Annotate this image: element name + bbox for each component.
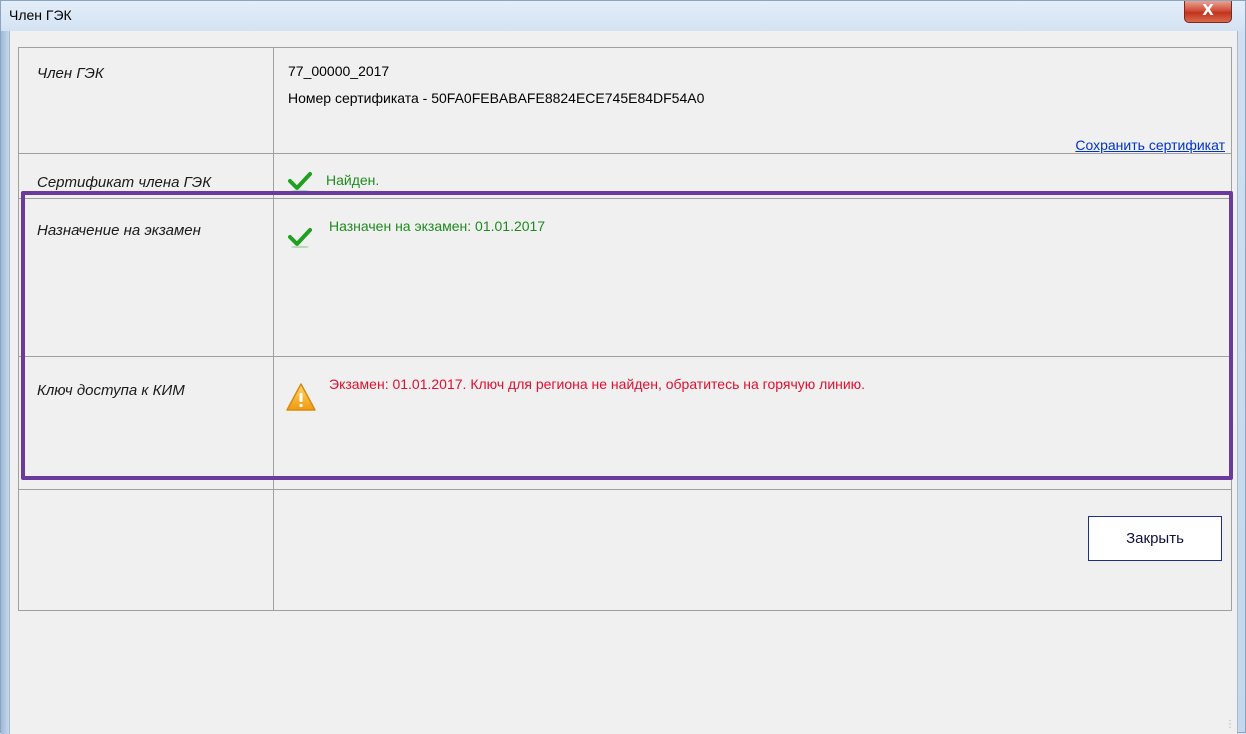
info-table: Член ГЭК 77_00000_2017 Номер сертификата… <box>18 47 1232 611</box>
member-label: Член ГЭК <box>37 65 104 82</box>
warning-icon <box>286 383 316 411</box>
checkmark-icon <box>288 172 312 192</box>
save-certificate-link[interactable]: Сохранить сертификат <box>1075 137 1225 153</box>
row-separator <box>19 198 1231 199</box>
certificate-number: Номер сертификата - 50FA0FEBABAFE8824ECE… <box>288 90 705 106</box>
dialog-window: Член ГЭК X Член ГЭК 77_00000_2017 Номер … <box>0 0 1246 734</box>
close-icon: X <box>1202 1 1214 19</box>
member-id: 77_00000_2017 <box>288 63 390 79</box>
title-bar[interactable]: Член ГЭК X <box>1 1 1245 31</box>
window-close-button[interactable]: X <box>1184 1 1232 23</box>
certificate-status: Найден. <box>326 172 380 188</box>
resize-grip[interactable]: ⋮ <box>1225 719 1235 730</box>
row-separator <box>19 356 1231 357</box>
assignment-status: Назначен на экзамен: 01.01.2017 <box>329 218 546 234</box>
kim-key-status: Экзамен: 01.01.2017. Ключ для региона не… <box>329 376 866 392</box>
certificate-label: Сертификат члена ГЭК <box>37 174 212 191</box>
dialog-client-area: Член ГЭК 77_00000_2017 Номер сертификата… <box>9 31 1238 734</box>
window-title: Член ГЭК <box>9 7 72 23</box>
checkmark-icon <box>288 228 312 248</box>
row-separator <box>19 153 1231 154</box>
kim-key-label: Ключ доступа к КИМ <box>37 382 185 399</box>
row-separator <box>19 489 1231 490</box>
column-divider <box>273 48 274 610</box>
close-button[interactable]: Закрыть <box>1088 516 1222 561</box>
window-frame-left <box>1 31 9 734</box>
assignment-label: Назначение на экзамен <box>37 222 201 239</box>
